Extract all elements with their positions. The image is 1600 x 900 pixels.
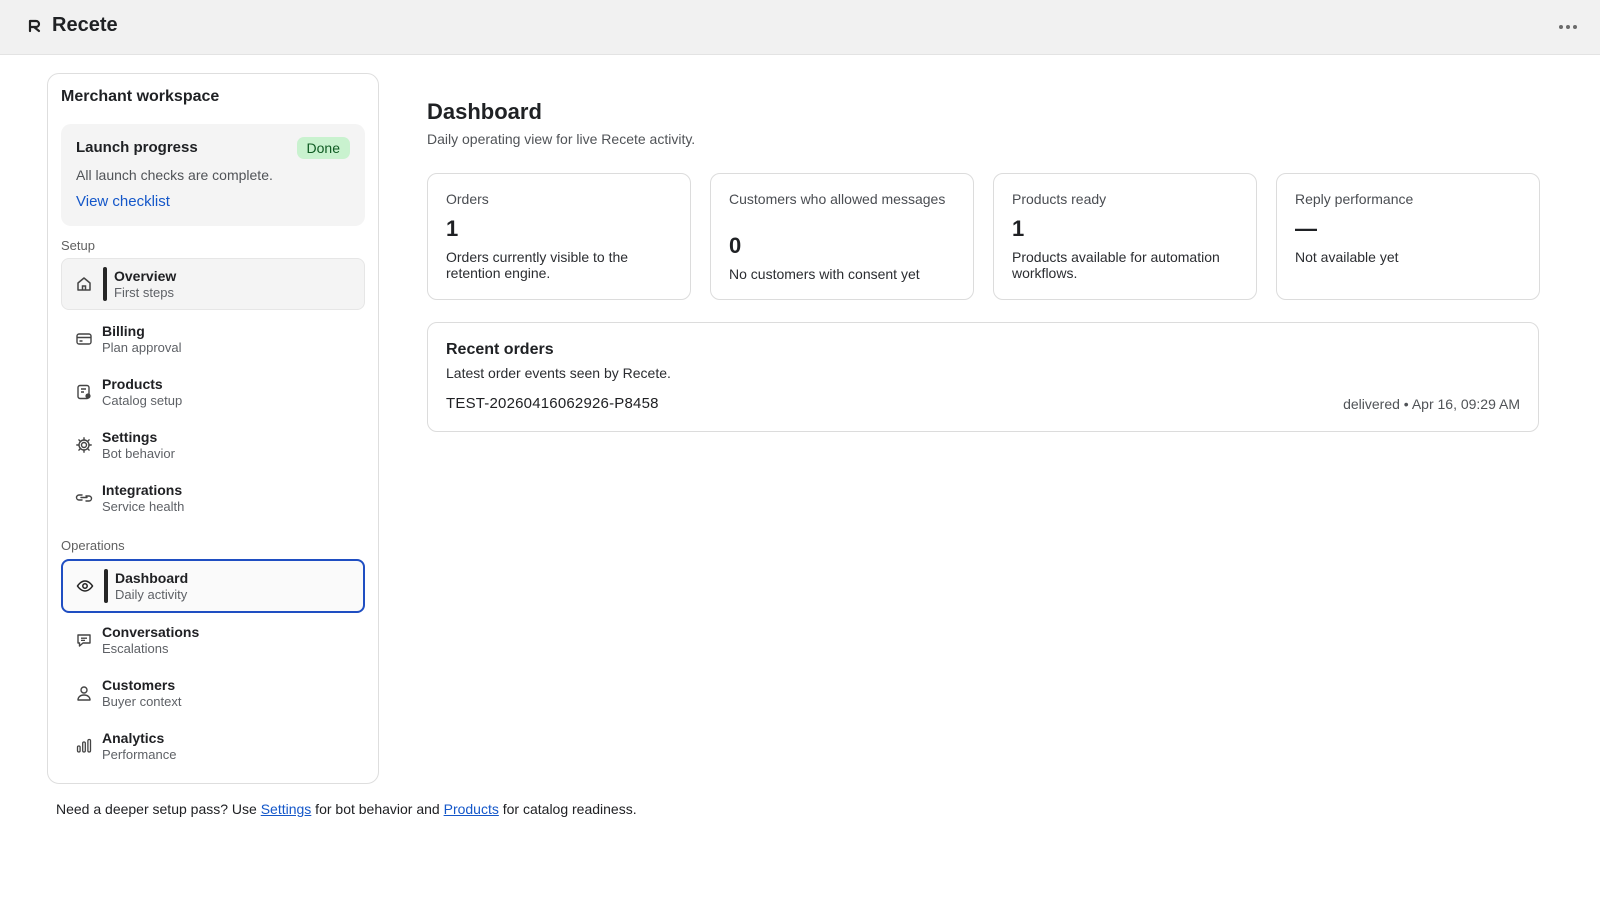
sidebar-item-text: Overview First steps [114,268,176,301]
metric-value: — [1295,216,1317,241]
recent-orders-title: Recent orders [446,341,554,358]
footer-note: Need a deeper setup pass? Use Settings f… [56,801,637,817]
gear-icon [74,435,94,455]
sidebar-item-sublabel: Service health [102,499,185,514]
more-dot [1566,25,1570,29]
sidebar-item-label: Overview [114,268,177,284]
launch-progress-title: Launch progress [76,139,198,156]
sidebar-item-analytics[interactable]: Analytics Performance [61,720,365,772]
page-subtitle: Daily operating view for live Recete act… [427,131,696,147]
sidebar-item-text: Billing Plan approval [102,323,182,356]
sidebar-item-sublabel: Escalations [102,641,169,656]
active-indicator [103,267,107,301]
metric-value: 0 [729,233,742,258]
sidebar-item-text: Integrations Service health [102,482,184,515]
more-dot [1573,25,1577,29]
sidebar-item-sublabel: Buyer context [102,694,182,709]
metric-value: 1 [1012,216,1025,241]
launch-progress-card: Launch progress Done All launch checks a… [61,124,365,226]
sidebar-item-sublabel: Plan approval [102,340,182,355]
sidebar-item-label: Integrations [102,482,183,498]
metric-card-reply-performance: Reply performance — Not available yet [1276,173,1540,300]
view-checklist-link[interactable]: View checklist [76,193,170,210]
metric-label: Customers who allowed messages [729,191,946,207]
section-label-setup: Setup [61,238,95,253]
footer-text: Need a deeper setup pass? Use [56,801,261,817]
metric-card-customers: Customers who allowed messages 0 No cust… [710,173,974,300]
more-dots-icon [1559,25,1563,29]
metric-label: Reply performance [1295,191,1414,207]
sidebar-item-integrations[interactable]: Integrations Service health [61,472,365,524]
sidebar-item-label: Dashboard [115,570,189,586]
list-item[interactable]: TEST-20260416062926-P8458 delivered • Ap… [446,395,1520,415]
sidebar-title: Merchant workspace [61,88,220,105]
sidebar-item-label: Conversations [102,624,200,640]
credit-card-icon [74,329,94,349]
metric-cards: Orders 1 Orders currently visible to the… [427,173,1540,300]
sidebar-item-sublabel: Daily activity [115,587,188,602]
metric-description: No customers with consent yet [729,266,920,282]
footer-text: for catalog readiness. [498,801,637,817]
metric-description: Orders currently visible to the retentio… [446,249,629,281]
metric-card-products: Products ready 1 Products available for … [993,173,1257,300]
sidebar-item-label: Products [102,376,163,392]
products-link[interactable]: Products [444,801,499,817]
sidebar-item-customers[interactable]: Customers Buyer context [61,667,365,719]
metric-label: Orders [446,191,489,207]
sidebar-item-sublabel: Catalog setup [102,393,183,408]
sidebar-item-label: Billing [102,323,145,339]
metric-value: 1 [446,216,459,241]
link-icon [74,488,94,508]
sidebar-item-settings[interactable]: Settings Bot behavior [61,419,365,471]
recete-logo-icon [28,19,42,33]
page-title: Dashboard [427,99,542,124]
recent-orders-subtitle: Latest order events seen by Recete. [446,365,671,381]
sidebar-item-label: Customers [102,677,176,693]
order-status-time: delivered • Apr 16, 09:29 AM [1343,396,1520,412]
sidebar-item-text: Conversations Escalations [102,624,199,657]
sidebar-item-text: Analytics Performance [102,730,176,763]
top-bar: Recete [0,0,1600,55]
brand[interactable]: Recete [28,14,118,37]
sidebar-item-text: Dashboard Daily activity [115,570,188,603]
sidebar-item-dashboard[interactable]: Dashboard Daily activity [61,559,365,613]
home-icon [74,274,94,294]
active-indicator [104,569,108,603]
recent-orders-panel: Recent orders Latest order events seen b… [427,322,1539,432]
sidebar-item-sublabel: First steps [114,285,174,300]
sidebar-item-sublabel: Bot behavior [102,446,175,461]
sidebar-item-text: Customers Buyer context [102,677,182,710]
more-options-button[interactable] [1554,14,1582,40]
sidebar-item-text: Settings Bot behavior [102,429,175,462]
footer-text: for bot behavior and [311,801,444,817]
sidebar: Merchant workspace Launch progress Done … [47,73,379,784]
launch-progress-description: All launch checks are complete. [76,167,273,183]
sidebar-item-text: Products Catalog setup [102,376,182,409]
sidebar-item-overview[interactable]: Overview First steps [61,258,365,310]
sidebar-item-products[interactable]: Products Catalog setup [61,366,365,418]
app-title: Recete [52,14,118,36]
settings-link[interactable]: Settings [261,801,312,817]
metric-card-orders: Orders 1 Orders currently visible to the… [427,173,691,300]
metric-description: Products available for automation workfl… [1012,249,1220,281]
sidebar-item-label: Analytics [102,730,165,746]
status-badge: Done [296,137,350,159]
sidebar-item-sublabel: Performance [102,747,177,762]
metric-label: Products ready [1012,191,1107,207]
bar-chart-icon [74,736,94,756]
sidebar-item-billing[interactable]: Billing Plan approval [61,313,365,365]
metric-description: Not available yet [1295,249,1399,265]
order-id: TEST-20260416062926-P8458 [446,395,659,412]
user-icon [74,683,94,703]
eye-icon [75,576,95,596]
chat-icon [74,630,94,650]
section-label-operations: Operations [61,538,125,553]
sidebar-item-label: Settings [102,429,158,445]
products-icon [74,382,94,402]
sidebar-item-conversations[interactable]: Conversations Escalations [61,614,365,666]
